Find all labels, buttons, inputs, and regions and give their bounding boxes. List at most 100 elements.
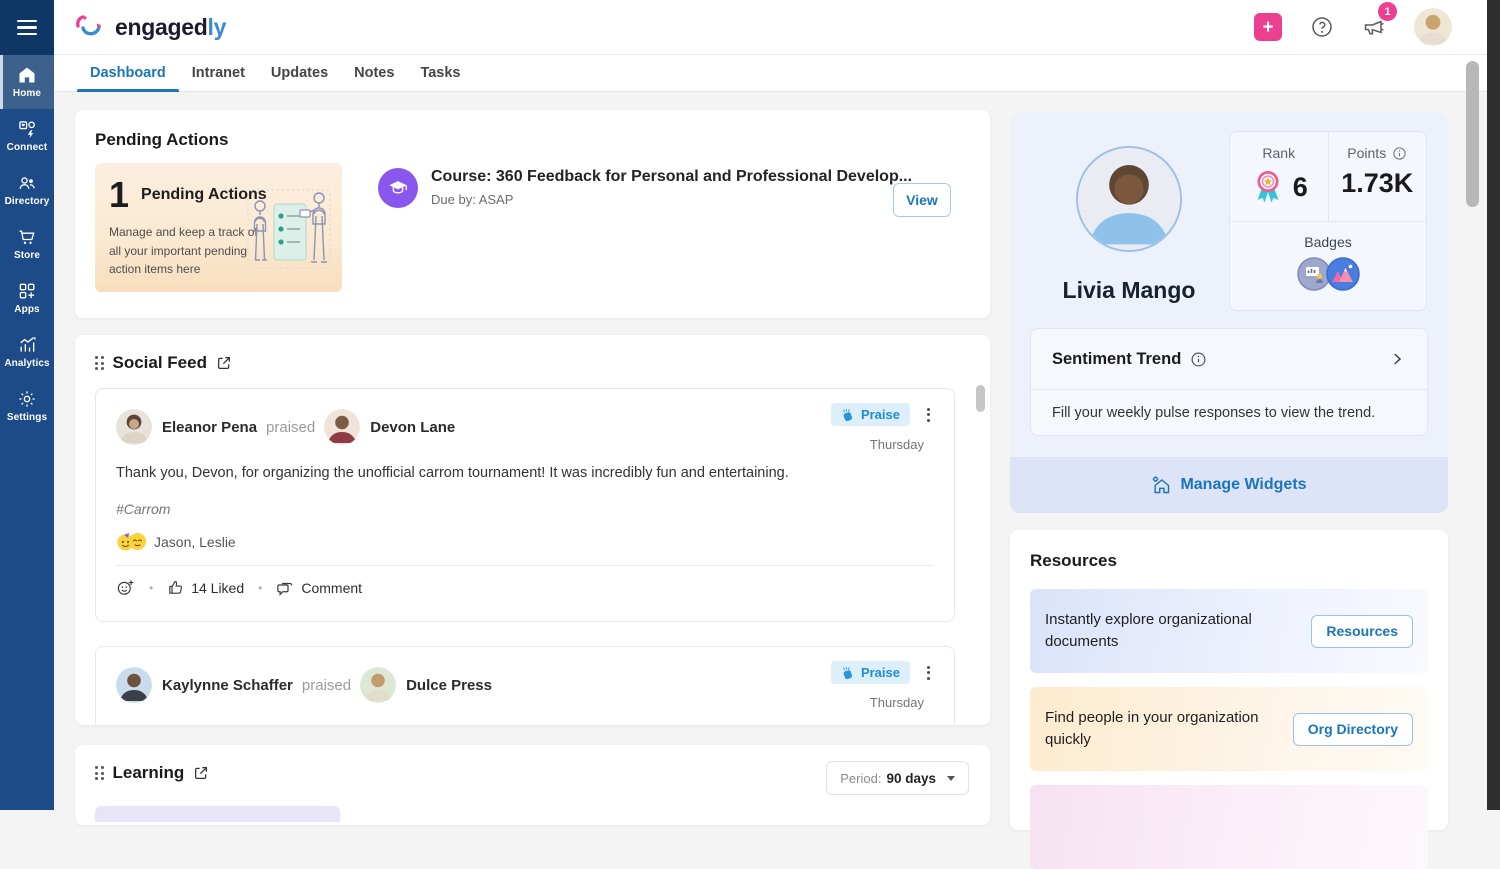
sentiment-message: Fill your weekly pulse responses to view… [1031, 390, 1427, 435]
help-icon[interactable] [1310, 15, 1334, 39]
add-button[interactable]: + [1254, 13, 1282, 41]
recipient-avatar[interactable] [360, 667, 396, 703]
sidebar-item-label: Directory [5, 196, 50, 207]
reaction-emojis-icon [116, 532, 147, 551]
more-options-icon[interactable] [923, 664, 934, 682]
sidebar-item-directory[interactable]: Directory [0, 163, 54, 217]
chevron-right-icon [1388, 350, 1406, 368]
thumbs-up-icon [167, 579, 184, 596]
rank-stat: Rank 6 [1230, 132, 1329, 221]
sidebar-item-connect[interactable]: Connect [0, 109, 54, 163]
resources-button[interactable]: Resources [1311, 615, 1413, 648]
sidebar-item-label: Connect [7, 142, 48, 153]
store-icon [17, 227, 37, 247]
manage-widgets-icon [1151, 475, 1171, 495]
comment-button[interactable]: Comment [276, 579, 362, 597]
feed-scrollbar[interactable] [976, 385, 985, 412]
course-row: Course: 360 Feedback for Personal and Pr… [378, 168, 912, 208]
resource-item-directory: Find people in your organization quickly… [1030, 687, 1428, 771]
engagedly-logo-icon [75, 12, 109, 42]
clap-icon [841, 408, 855, 422]
external-link-icon[interactable] [193, 765, 209, 781]
info-icon[interactable] [1392, 146, 1407, 161]
sentiment-trend-box: Sentiment Trend Fill your weekly pulse r… [1030, 328, 1428, 436]
connect-icon [17, 119, 37, 139]
notification-badge: 1 [1378, 2, 1397, 21]
author-avatar[interactable] [116, 409, 152, 445]
window-edge [1487, 0, 1500, 810]
page-scrollbar[interactable] [1466, 61, 1479, 207]
drag-handle-icon[interactable] [95, 766, 104, 780]
sidebar-item-analytics[interactable]: Analytics [0, 325, 54, 379]
course-title: Course: 360 Feedback for Personal and Pr… [431, 168, 912, 186]
post-hashtag[interactable]: #Carrom [96, 501, 954, 517]
like-button[interactable]: 14 Liked [167, 579, 244, 596]
social-feed-title: Social Feed [113, 353, 207, 373]
pending-actions-title: Pending Actions [95, 130, 970, 150]
resource-item-documents: Instantly explore organizational documen… [1030, 589, 1428, 673]
tab-intranet[interactable]: Intranet [179, 55, 258, 91]
social-feed-card: Social Feed Eleanor Pena praised Devon L… [75, 335, 990, 725]
learning-card: Learning Period: 90 days [75, 745, 990, 825]
learning-tab-peek [95, 806, 340, 822]
recipient-avatar[interactable] [324, 409, 360, 445]
post-timestamp: Thursday [870, 437, 934, 452]
rank-medal-icon [1250, 168, 1286, 206]
user-avatar[interactable] [1414, 8, 1452, 46]
course-icon [378, 168, 418, 208]
recipient-name[interactable]: Dulce Press [406, 677, 492, 694]
info-icon[interactable] [1190, 351, 1207, 368]
sidebar-item-label: Home [13, 88, 41, 99]
reactions-row[interactable]: Jason, Leslie [96, 532, 954, 551]
resource-item-partial [1030, 785, 1428, 869]
settings-icon [17, 389, 37, 409]
tab-tasks[interactable]: Tasks [407, 55, 473, 91]
points-value: 1.73K [1341, 168, 1413, 199]
app-header: engagedly + 1 [54, 0, 1500, 55]
sidebar-item-settings[interactable]: Settings [0, 379, 54, 433]
course-due: Due by: ASAP [431, 192, 912, 207]
engagedly-logo[interactable]: engagedly [75, 12, 226, 42]
tab-notes[interactable]: Notes [341, 55, 407, 91]
pending-count: 1 [109, 177, 129, 213]
drag-handle-icon[interactable] [95, 356, 104, 370]
badges-section: Badges [1230, 222, 1426, 292]
tab-bar: Dashboard Intranet Updates Notes Tasks [54, 55, 1500, 92]
profile-avatar[interactable] [1076, 146, 1182, 252]
sidebar-item-store[interactable]: Store [0, 217, 54, 271]
clap-icon [841, 666, 855, 680]
sidebar-item-home[interactable]: Home [0, 55, 54, 109]
sidebar-item-apps[interactable]: Apps [0, 271, 54, 325]
add-reaction-button[interactable] [116, 578, 135, 597]
author-name[interactable]: Eleanor Pena [162, 419, 257, 436]
like-count: 14 Liked [191, 580, 244, 596]
sentiment-trend-row[interactable]: Sentiment Trend [1031, 329, 1427, 390]
pending-actions-card: Pending Actions 1 Pending Actions Manage… [75, 110, 990, 318]
post-message: Thank you, Devon, for organizing the uno… [96, 463, 954, 484]
org-directory-button[interactable]: Org Directory [1293, 713, 1413, 746]
apps-icon [17, 281, 37, 301]
pending-actions-summary[interactable]: 1 Pending Actions Manage and keep a trac… [95, 163, 342, 292]
recipient-name[interactable]: Devon Lane [370, 419, 455, 436]
manage-widgets-button[interactable]: Manage Widgets [1010, 457, 1448, 513]
analytics-icon [17, 335, 37, 355]
chevron-down-icon [947, 776, 955, 781]
author-name[interactable]: Kaylynne Schaffer [162, 677, 293, 694]
stats-box: Rank 6 Points [1229, 131, 1427, 311]
feed-post: Eleanor Pena praised Devon Lane Praise T… [95, 388, 955, 622]
more-options-icon[interactable] [923, 406, 934, 424]
tab-dashboard[interactable]: Dashboard [77, 55, 179, 91]
directory-icon [17, 173, 37, 193]
post-timestamp: Thursday [870, 695, 934, 710]
external-link-icon[interactable] [216, 355, 232, 371]
period-dropdown[interactable]: Period: 90 days [826, 761, 969, 795]
sidebar-item-label: Store [14, 250, 40, 261]
author-avatar[interactable] [116, 667, 152, 703]
menu-icon[interactable] [17, 20, 37, 35]
logo-text: engagedly [115, 14, 226, 41]
learning-title: Learning [113, 763, 185, 783]
sidebar-item-label: Apps [14, 304, 39, 315]
view-button[interactable]: View [893, 183, 951, 217]
announcements-button[interactable]: 1 [1362, 15, 1386, 39]
tab-updates[interactable]: Updates [258, 55, 341, 91]
